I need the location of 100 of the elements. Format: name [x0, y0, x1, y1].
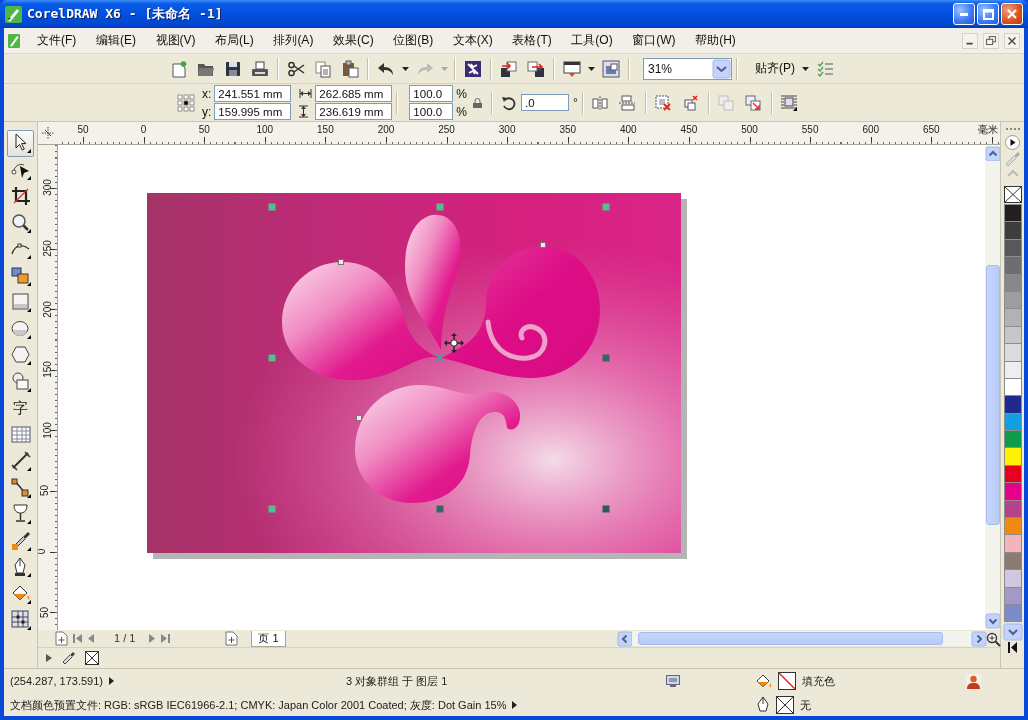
color-swatch[interactable] [1003, 534, 1022, 553]
color-swatch[interactable] [1003, 360, 1022, 379]
menu-item[interactable]: 工具(O) [571, 30, 613, 51]
pen-nib-icon[interactable] [756, 697, 770, 713]
undo-arrow-icon[interactable] [377, 60, 394, 77]
menu-item[interactable]: 文件(F) [37, 30, 77, 51]
menu-item[interactable]: 表格(T) [512, 30, 552, 51]
color-swatch[interactable] [1003, 604, 1022, 623]
scale-field[interactable]: 100.0 [409, 103, 454, 120]
menu-item[interactable]: 布局(L) [215, 30, 254, 51]
clipboard-icon[interactable] [341, 60, 358, 77]
export-icon[interactable] [527, 60, 544, 77]
selection-handle[interactable] [436, 203, 444, 211]
no-color-icon[interactable] [776, 696, 794, 714]
color-swatch[interactable] [1003, 204, 1022, 223]
rotate-icon[interactable] [501, 95, 516, 110]
close-icon[interactable] [1004, 32, 1020, 49]
color-swatch[interactable] [1003, 395, 1022, 414]
close-button[interactable] [1001, 3, 1023, 25]
menu-item[interactable]: 窗口(W) [632, 30, 676, 51]
menu-item[interactable]: 文本(X) [452, 30, 493, 51]
position-field[interactable]: 159.995 mm [214, 103, 292, 120]
window-preview-icon[interactable] [602, 60, 619, 77]
scissors-icon[interactable] [287, 60, 304, 77]
wrap-text-icon[interactable] [781, 94, 798, 111]
page-tab[interactable]: 页 1 [251, 630, 286, 647]
lock-icon[interactable] [472, 97, 482, 108]
menu-item[interactable]: 视图(V) [155, 30, 196, 51]
color-swatch[interactable] [1003, 256, 1022, 275]
node-handle[interactable] [356, 415, 362, 421]
mirror-horizontal-icon[interactable] [592, 94, 609, 111]
position-field[interactable]: 241.551 mm [214, 85, 292, 102]
caret-icon[interactable] [587, 66, 595, 71]
next-page-icon[interactable] [149, 634, 156, 643]
square-logo-icon[interactable] [464, 60, 481, 77]
checklist-icon[interactable] [816, 60, 833, 77]
monitor-icon[interactable] [563, 60, 580, 77]
color-swatch[interactable] [1003, 447, 1022, 466]
color-swatch[interactable] [1003, 586, 1022, 605]
scrollbar-thumb[interactable] [638, 632, 943, 645]
color-swatch[interactable] [1003, 273, 1022, 292]
color-swatch[interactable] [1003, 569, 1022, 588]
mirror-vertical-icon[interactable] [619, 94, 636, 111]
scale-field[interactable]: 100.0 [409, 85, 454, 102]
fill-swatch-icon[interactable] [778, 672, 796, 690]
anchor-grid-icon[interactable] [178, 94, 194, 111]
scroll-right-button[interactable] [972, 631, 986, 646]
break-apart-icon[interactable] [745, 94, 762, 111]
scroll-left-button[interactable] [618, 631, 632, 646]
scroll-down-button[interactable] [985, 614, 1000, 628]
snap-button[interactable]: 贴齐(P) [751, 58, 799, 79]
expand-arrow-icon[interactable] [108, 677, 114, 685]
expand-arrow-icon[interactable] [512, 701, 518, 709]
add-page-icon[interactable] [226, 632, 238, 645]
color-swatch[interactable] [1003, 482, 1022, 501]
selection-handle[interactable] [602, 203, 610, 211]
no-color-icon[interactable] [85, 651, 99, 665]
selection-handle[interactable] [268, 203, 276, 211]
zoom-combo-box[interactable]: 31% [643, 57, 732, 80]
color-swatch[interactable] [1003, 221, 1022, 240]
selection-handle[interactable] [602, 354, 610, 362]
selection-handle[interactable] [602, 505, 610, 513]
minimize-button[interactable] [953, 3, 975, 25]
selection-handle[interactable] [268, 354, 276, 362]
import-icon[interactable] [500, 60, 517, 77]
color-swatch[interactable] [1003, 517, 1022, 536]
scrollbar-thumb[interactable] [986, 265, 1000, 525]
eyedropper-icon[interactable] [62, 651, 75, 665]
color-swatch[interactable] [1003, 430, 1022, 449]
skip-arrow-icon[interactable] [1008, 642, 1017, 654]
ungroup-icon[interactable] [655, 94, 672, 111]
height-arrow-icon[interactable] [299, 105, 309, 118]
node-handle[interactable] [338, 259, 344, 265]
caret-icon[interactable] [801, 66, 809, 71]
previous-page-icon[interactable] [88, 634, 94, 643]
size-field[interactable]: 236.619 mm [315, 103, 393, 120]
selection-handle[interactable] [436, 505, 444, 513]
text-tool-button[interactable]: 字 [7, 395, 34, 422]
maximize-button[interactable] [977, 3, 999, 25]
minimize-icon[interactable] [962, 32, 978, 49]
no-color-icon[interactable] [1003, 186, 1022, 203]
rotation-field[interactable]: .0 [521, 94, 569, 111]
menu-item[interactable]: 排列(A) [273, 30, 314, 51]
first-page-icon[interactable] [73, 634, 82, 643]
copy-icon[interactable] [314, 60, 331, 77]
menu-item[interactable]: 帮助(H) [695, 30, 736, 51]
paint-bucket-icon[interactable] [756, 673, 772, 689]
dropdown-button[interactable] [713, 59, 730, 78]
width-arrow-icon[interactable] [299, 89, 313, 98]
menu-item[interactable]: 位图(B) [393, 30, 434, 51]
menu-item[interactable]: 编辑(E) [95, 30, 136, 51]
scroll-down-button[interactable] [1003, 624, 1022, 641]
ruler-origin-icon[interactable] [42, 127, 54, 139]
restore-icon[interactable] [983, 32, 999, 49]
ungroup-all-icon[interactable] [682, 94, 699, 111]
node-handle[interactable] [540, 242, 546, 248]
new-page-icon[interactable] [170, 60, 187, 77]
menu-item[interactable]: 效果(C) [332, 30, 374, 51]
printer-icon[interactable] [251, 60, 268, 77]
selection-handle[interactable] [268, 505, 276, 513]
